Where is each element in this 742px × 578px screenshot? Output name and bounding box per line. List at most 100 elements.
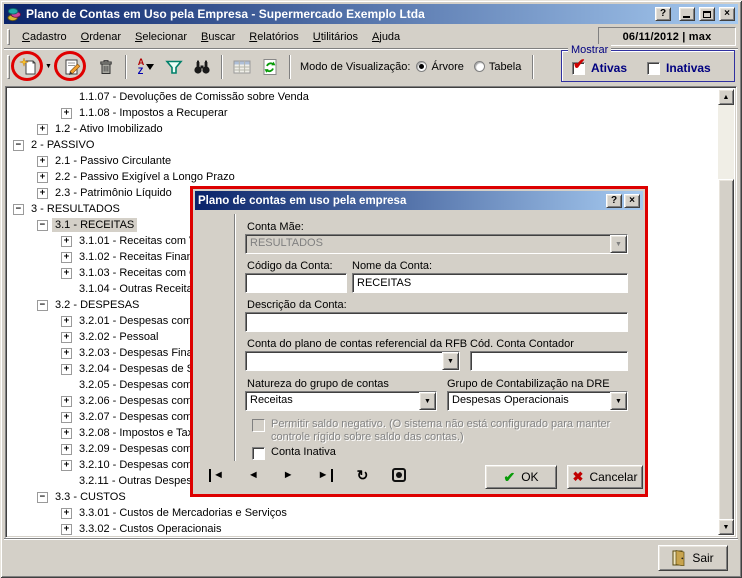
conta-inativa-checkbox[interactable]: Conta Inativa	[252, 446, 336, 460]
tree-item-label: 2.2 - Passivo Exigível a Longo Prazo	[52, 170, 238, 184]
expand-icon[interactable]: +	[61, 412, 72, 423]
menu-item-ajuda[interactable]: Ajuda	[365, 28, 407, 46]
scroll-up-icon[interactable]: ▲	[718, 89, 734, 105]
rfb-combo[interactable]: ▼	[245, 351, 460, 371]
expand-icon[interactable]: +	[61, 396, 72, 407]
chevron-down-icon[interactable]: ▼	[419, 392, 436, 410]
dre-combo[interactable]: Despesas Operacionais ▼	[447, 391, 628, 411]
tree-item-label: 1.1.07 - Devoluções de Comissão sobre Ve…	[76, 90, 312, 104]
record-navigator: ◄ ◄ ► ► ↻	[209, 468, 406, 482]
codigo-input[interactable]	[245, 273, 347, 293]
expand-icon[interactable]: +	[61, 108, 72, 119]
door-icon	[672, 550, 686, 566]
natureza-combo[interactable]: Receitas ▼	[245, 391, 437, 411]
tree-item[interactable]: +3.3.01 - Custos de Mercadorias e Serviç…	[8, 505, 718, 521]
refresh-icon	[260, 57, 280, 77]
search-button[interactable]	[188, 53, 216, 81]
sair-button[interactable]: Sair	[658, 545, 728, 571]
edit-account-button[interactable]	[58, 53, 86, 81]
help-button[interactable]: ?	[655, 7, 671, 21]
scrollbar-thumb[interactable]	[718, 179, 734, 521]
refresh-record-icon[interactable]: ↻	[357, 469, 369, 482]
menu-item-utilitarios[interactable]: Utilitários	[306, 28, 365, 46]
next-record-icon[interactable]: ►	[283, 469, 294, 482]
expand-icon[interactable]: +	[61, 268, 72, 279]
descricao-input[interactable]	[245, 312, 628, 332]
minimize-button[interactable]	[679, 7, 695, 21]
menu-item-selecionar[interactable]: Selecionar	[128, 28, 194, 46]
tree-item-label: 2.1 - Passivo Circulante	[52, 154, 174, 168]
cancel-button[interactable]: ✖ Cancelar	[567, 465, 643, 489]
expand-icon[interactable]: +	[61, 524, 72, 535]
menubar-grip[interactable]	[7, 29, 10, 45]
radio-tabela[interactable]: Tabela	[474, 61, 521, 73]
expand-icon[interactable]: +	[61, 316, 72, 327]
expand-icon[interactable]: +	[61, 364, 72, 375]
tree-item[interactable]: 1.1.07 - Devoluções de Comissão sobre Ve…	[8, 89, 718, 105]
expand-icon[interactable]: +	[61, 332, 72, 343]
chevron-down-icon[interactable]: ▼	[610, 392, 627, 410]
dialog-left-groove	[234, 214, 236, 461]
expand-icon[interactable]: +	[37, 124, 48, 135]
expand-icon[interactable]: +	[37, 172, 48, 183]
dialog-close-button[interactable]: ×	[624, 194, 640, 208]
nome-input[interactable]	[352, 273, 628, 293]
menu-item-cadastro[interactable]: Cadastro	[15, 28, 74, 46]
sort-button[interactable]: AZ	[132, 53, 160, 81]
chevron-down-icon: ▼	[610, 235, 627, 253]
refresh-button[interactable]	[256, 53, 284, 81]
expand-icon[interactable]: +	[61, 460, 72, 471]
collapse-icon[interactable]: −	[13, 204, 24, 215]
expand-icon[interactable]: +	[61, 428, 72, 439]
expand-icon[interactable]: +	[61, 444, 72, 455]
collapse-icon[interactable]: −	[37, 300, 48, 311]
menu-item-buscar[interactable]: Buscar	[194, 28, 242, 46]
expand-icon[interactable]: +	[37, 188, 48, 199]
tree-item[interactable]: +2.1 - Passivo Circulante	[8, 153, 718, 169]
tree-item-label: 3.1 - RECEITAS	[52, 218, 137, 232]
delete-account-button[interactable]	[92, 53, 120, 81]
checkbox-icon	[252, 447, 265, 460]
expand-icon[interactable]: +	[61, 236, 72, 247]
expand-icon[interactable]: +	[61, 508, 72, 519]
scroll-down-icon[interactable]: ▼	[718, 519, 734, 535]
expand-icon[interactable]: +	[61, 252, 72, 263]
dialog-help-button[interactable]: ?	[606, 194, 622, 208]
post-record-icon[interactable]	[392, 468, 406, 482]
expand-icon[interactable]: +	[37, 156, 48, 167]
nome-label: Nome da Conta:	[352, 260, 432, 272]
previous-record-icon[interactable]: ◄	[248, 469, 259, 482]
ok-button[interactable]: ✔ OK	[485, 465, 557, 489]
table-view-button[interactable]	[228, 53, 256, 81]
collapse-icon[interactable]: −	[37, 220, 48, 231]
ativas-checkbox[interactable]: ✔	[572, 62, 585, 75]
radio-arvore[interactable]: Árvore	[416, 61, 463, 73]
collapse-icon[interactable]: −	[13, 140, 24, 151]
app-icon	[7, 7, 22, 22]
maximize-button[interactable]	[699, 7, 715, 21]
tree-item[interactable]: +1.1.08 - Impostos a Recuperar	[8, 105, 718, 121]
new-account-button[interactable]	[15, 53, 43, 81]
close-button[interactable]: ×	[719, 7, 735, 21]
menu-item-ordenar[interactable]: Ordenar	[74, 28, 128, 46]
filter-button[interactable]	[160, 53, 188, 81]
codigo-label: Código da Conta:	[247, 260, 333, 272]
first-record-icon[interactable]: ◄	[209, 469, 224, 482]
menu-item-relatorios[interactable]: Relatórios	[242, 28, 306, 46]
conta-mae-value: RESULTADOS	[246, 235, 610, 253]
sair-label: Sair	[692, 551, 713, 565]
expand-icon[interactable]: +	[61, 348, 72, 359]
tree-scrollbar[interactable]: ▲ ▼	[718, 89, 734, 535]
collapse-icon[interactable]: −	[37, 492, 48, 503]
contador-input[interactable]	[470, 351, 628, 371]
tree-item[interactable]: −2 - PASSIVO	[8, 137, 718, 153]
checkbox-icon	[252, 419, 265, 432]
tree-item[interactable]: +2.2 - Passivo Exigível a Longo Prazo	[8, 169, 718, 185]
last-record-icon[interactable]: ►	[318, 469, 333, 482]
inativas-checkbox[interactable]	[647, 62, 660, 75]
tree-item[interactable]: +3.3.02 - Custos Operacionais	[8, 521, 718, 535]
toolbar-grip[interactable]	[7, 55, 10, 79]
chevron-down-icon[interactable]: ▼	[442, 352, 459, 370]
tree-item[interactable]: +1.2 - Ativo Imobilizado	[8, 121, 718, 137]
new-dropdown-arrow[interactable]: ▼	[43, 53, 54, 81]
